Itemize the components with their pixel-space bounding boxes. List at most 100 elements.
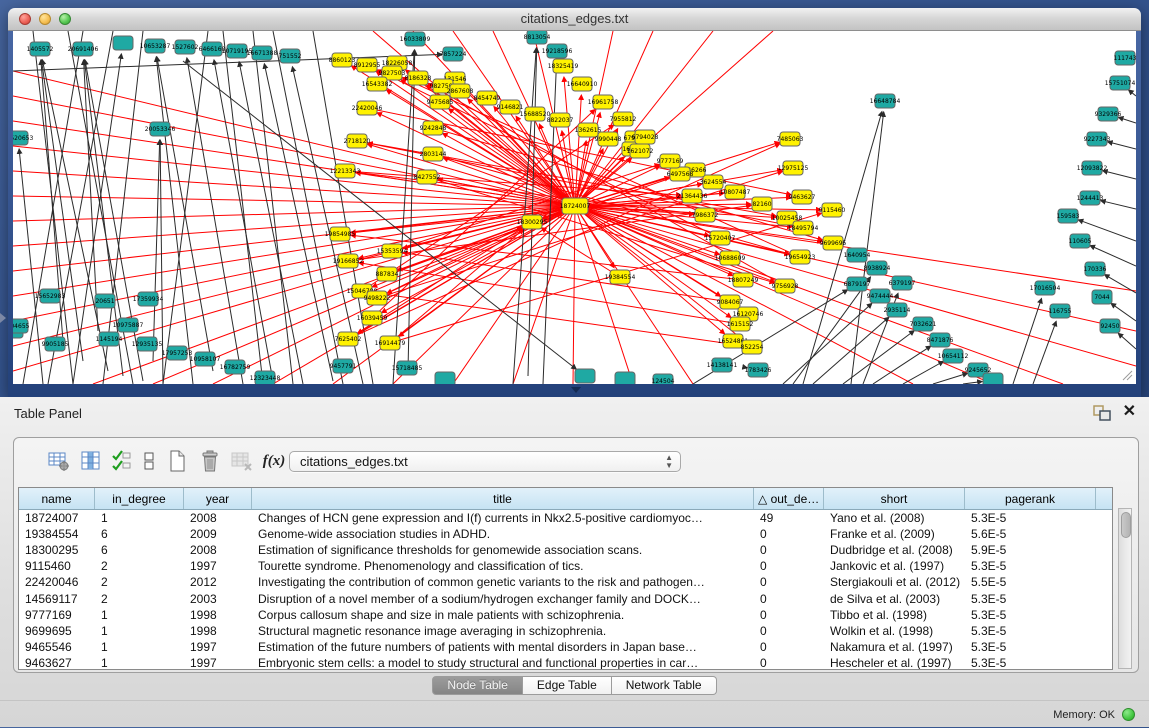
table-cell: 1997: [184, 559, 252, 573]
table-cell: Yano et al. (2008): [824, 511, 965, 525]
graph-node-label: 6794028: [632, 134, 659, 141]
table-row[interactable]: 946554611997Estimation of the future num…: [19, 639, 1112, 655]
column-header-name[interactable]: name: [19, 488, 95, 509]
window-title: citations_edges.txt: [8, 8, 1141, 30]
graph-node-label: 14138141: [707, 362, 738, 369]
table-cell: Structural magnetic resonance image aver…: [252, 624, 754, 638]
table-row[interactable]: 977716911998Corpus callosum shape and si…: [19, 607, 1112, 623]
graph-node[interactable]: [575, 369, 595, 383]
graph-node-label: 10975887: [113, 322, 144, 329]
graph-node-label: 8860123: [329, 57, 356, 64]
memory-status-label: Memory: OK: [1053, 709, 1115, 721]
show-columns-button[interactable]: [78, 448, 104, 474]
node-table[interactable]: namein_degreeyeartitle△ out_de…shortpage…: [18, 487, 1113, 670]
scrollbar-thumb[interactable]: [1121, 512, 1131, 538]
graph-node-label: 1615152: [727, 321, 754, 328]
graph-edge: [575, 206, 913, 384]
network-view-canvas[interactable]: 1872400788601238912955182260589827503165…: [13, 31, 1136, 384]
graph-node-label: 9905185: [42, 341, 69, 348]
graph-edge: [373, 293, 752, 347]
tab-network-table[interactable]: Network Table: [612, 676, 717, 695]
table-row[interactable]: 1456911722003Disruption of a novel membe…: [19, 590, 1112, 606]
graph-node-label: 18325419: [548, 63, 579, 70]
graph-edge: [575, 206, 993, 384]
graph-edge: [963, 381, 982, 384]
graph-node-label: 3624554: [700, 179, 727, 186]
graph-node[interactable]: [113, 36, 133, 50]
graph-node[interactable]: [983, 373, 1003, 384]
column-header-year[interactable]: year: [184, 488, 252, 509]
graph-edge: [157, 57, 213, 371]
table-cell: 0: [754, 592, 824, 606]
table-cell: 5.3E-5: [965, 624, 1096, 638]
table-options-button[interactable]: [46, 448, 72, 474]
table-row[interactable]: 1872400712008Changes of HCN gene express…: [19, 510, 1112, 526]
row-height-button[interactable]: [136, 448, 162, 474]
graph-node-label: 16543382: [362, 81, 393, 88]
network-window: citations_edges.txt 18724007886012389129…: [8, 8, 1141, 397]
table-cell: Corpus callosum shape and size in male p…: [252, 608, 754, 622]
table-row[interactable]: 911546021997Tourette syndrome. Phenomeno…: [19, 558, 1112, 574]
table-row[interactable]: 946362711997Embryonic stem cells: a mode…: [19, 655, 1112, 670]
table-selector-dropdown[interactable]: citations_edges.txt ▲▼: [289, 451, 681, 472]
create-table-button[interactable]: [164, 448, 190, 474]
graph-node-label: 7032621: [910, 321, 937, 328]
table-cell: 2012: [184, 575, 252, 589]
graph-edge: [213, 206, 575, 384]
graph-node-label: 9475685: [427, 99, 454, 106]
graph-node[interactable]: [435, 372, 455, 384]
table-cell: 2008: [184, 543, 252, 557]
table-cell: Estimation of the future numbers of pati…: [252, 640, 754, 654]
graph-node-label: 10688609: [715, 255, 746, 262]
table-cell: Jankovic et al. (1997): [824, 559, 965, 573]
graph-node-label: 10654112: [938, 353, 969, 360]
table-cell: 0: [754, 575, 824, 589]
column-header-short[interactable]: short: [824, 488, 965, 509]
graph-node-label: 7857224: [440, 51, 467, 58]
table-row[interactable]: 1938455462009Genome-wide association stu…: [19, 526, 1112, 542]
graph-node-label: 12213343: [330, 168, 361, 175]
table-cell: 9777169: [19, 608, 95, 622]
float-panel-icon[interactable]: [1093, 405, 1111, 421]
dropdown-arrows-icon: ▲▼: [665, 454, 673, 470]
graph-edge: [1129, 90, 1136, 96]
table-cell: 2: [95, 592, 184, 606]
tab-edge-table[interactable]: Edge Table: [523, 676, 612, 695]
table-row[interactable]: 969969511998Structural magnetic resonanc…: [19, 623, 1112, 639]
column-header-out_de[interactable]: △ out_de…: [754, 488, 824, 509]
table-cell: Genome-wide association studies in ADHD.: [252, 527, 754, 541]
column-header-in_degree[interactable]: in_degree: [95, 488, 184, 509]
canvas-resize-grip[interactable]: [1123, 371, 1132, 380]
table-cell: Tibbo et al. (1998): [824, 608, 965, 622]
graph-node-label: 9777169: [657, 158, 684, 165]
graph-node-label: 9463627: [789, 194, 816, 201]
table-cell: 18300295: [19, 543, 95, 557]
window-titlebar[interactable]: citations_edges.txt: [8, 8, 1141, 31]
graph-node-label: 1244413: [1077, 195, 1104, 202]
graph-node-label: 21364436: [677, 193, 708, 200]
tab-node-table[interactable]: Node Table: [432, 676, 523, 695]
graph-node-label: 16782759: [220, 364, 251, 371]
function-builder-button[interactable]: f(x): [261, 448, 287, 474]
column-header-title[interactable]: title: [252, 488, 754, 509]
graph-node-label: 19218596: [542, 48, 573, 55]
graph-node-label: 2718120: [344, 138, 371, 145]
column-header-pagerank[interactable]: pagerank: [965, 488, 1096, 509]
graph-node-label: 10807487: [720, 189, 751, 196]
table-cell: 0: [754, 608, 824, 622]
table-cell: Investigating the contribution of common…: [252, 575, 754, 589]
table-row[interactable]: 2242004622012Investigating the contribut…: [19, 574, 1112, 590]
delete-table-button[interactable]: [197, 448, 223, 474]
close-panel-icon[interactable]: ✕: [1123, 403, 1136, 421]
table-row[interactable]: 1830029562008Estimation of significance …: [19, 542, 1112, 558]
select-rows-button[interactable]: [109, 448, 135, 474]
graph-node-label: 20691406: [68, 46, 99, 53]
graph-node[interactable]: [615, 372, 635, 384]
pane-splitter-handle[interactable]: [571, 387, 581, 393]
graph-edge: [1111, 303, 1136, 321]
graph-node-label: 204655: [13, 323, 30, 330]
table-cell: 5.5E-5: [965, 575, 1096, 589]
graph-node-label: 1640954: [844, 252, 871, 259]
table-cell: Tourette syndrome. Phenomenology and cla…: [252, 559, 754, 573]
table-vertical-scrollbar[interactable]: [1118, 508, 1132, 669]
